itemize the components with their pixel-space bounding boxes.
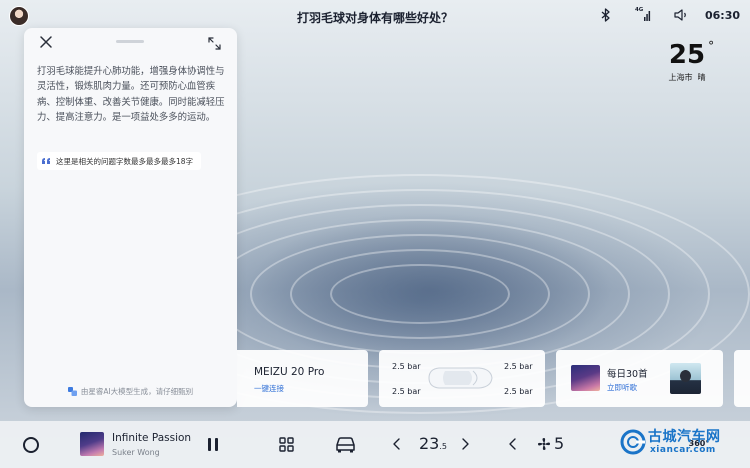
ai-logo-icon [67, 387, 77, 396]
apps-grid-icon [279, 437, 294, 452]
playlist-cover [571, 365, 600, 391]
answer-text: 打羽毛球能提升心肺功能，增强身体协调性与灵活性，锻炼肌肉力量。还可预防心血管疾病… [37, 66, 225, 123]
home-button[interactable] [23, 437, 39, 453]
weather-temperature: 25 ° [668, 40, 714, 70]
now-playing-cover[interactable] [80, 432, 104, 456]
phone-connect-card[interactable]: MEIZU 20 Pro 一键连接 [237, 350, 368, 407]
pause-button[interactable] [206, 437, 220, 452]
weather-city: 上海市 [668, 73, 693, 82]
artist-head [680, 370, 691, 382]
tire-front-right: 2.5 bar [504, 362, 533, 371]
tire-pressure-card[interactable]: 2.5 bar 2.5 bar 2.5 bar 2.5 bar [379, 350, 545, 407]
drag-handle[interactable] [116, 40, 144, 43]
ai-disclaimer: 由星睿AI大模型生成，请仔细甄别 [24, 386, 237, 397]
temperature-unit: ° [708, 39, 715, 53]
ai-disclaimer-text: 由星睿AI大模型生成，请仔细甄别 [80, 387, 194, 396]
cabin-temperature: 23.5 [419, 434, 447, 453]
playlist-title: 每日30首 [607, 369, 648, 380]
fan-decrease-icon[interactable] [508, 436, 518, 452]
watermark-logo-icon [620, 429, 646, 455]
temp-increase-icon[interactable] [460, 436, 470, 452]
now-playing-title: Infinite Passion [112, 432, 192, 444]
volume-icon[interactable] [673, 7, 689, 23]
artist-photo [670, 363, 701, 394]
watermark: 古城汽车网 xiancar.com [620, 425, 745, 465]
cabin-temperature-main: 23 [419, 434, 440, 453]
temperature-value: 25 [668, 40, 706, 70]
fan-icon [538, 438, 550, 450]
watermark-name: 古城汽车网 [648, 429, 721, 445]
car-icon [336, 437, 355, 453]
next-card-edge[interactable] [734, 350, 750, 407]
close-icon [40, 36, 52, 48]
tire-rear-right: 2.5 bar [504, 387, 533, 396]
status-icons: 4G 06:30 [599, 7, 740, 23]
clock: 06:30 [704, 8, 740, 22]
weather-condition: 晴 [697, 73, 706, 82]
phone-device-name: MEIZU 20 Pro [254, 366, 325, 378]
now-playing-artist: Suker Wong [112, 448, 160, 457]
vehicle-control-button[interactable] [335, 436, 356, 453]
cabin-temperature-decimal: .5 [439, 442, 447, 451]
daily-music-card[interactable]: 每日30首 立即听歌 [556, 350, 723, 407]
ai-answer-panel: 打羽毛球能提升心肺功能，增强身体协调性与灵活性，锻炼肌肉力量。还可预防心血管疾病… [24, 28, 237, 407]
tire-front-left: 2.5 bar [392, 362, 421, 371]
car-top-view-icon [428, 367, 493, 389]
related-question-chip[interactable]: 这里是相关的问题字数最多最多最多18字 [37, 152, 202, 170]
listen-now-link[interactable]: 立即听歌 [607, 382, 637, 393]
weather-widget[interactable]: 25 ° 上海市 晴 [657, 40, 717, 83]
watermark-url: xiancar.com [650, 445, 716, 455]
bluetooth-icon[interactable] [599, 7, 613, 23]
weather-location: 上海市 晴 [657, 72, 717, 83]
apps-button[interactable] [279, 437, 294, 452]
expand-button[interactable] [208, 35, 221, 50]
signal-icon: 4G [635, 7, 651, 23]
signal-label: 4G [634, 7, 644, 13]
pause-bar [215, 438, 218, 451]
temp-decrease-icon[interactable] [392, 436, 402, 452]
tire-rear-left: 2.5 bar [392, 387, 421, 396]
close-button[interactable] [38, 34, 54, 50]
phone-connect-link[interactable]: 一键连接 [254, 383, 284, 394]
related-question-text: 这里是相关的问题字数最多最多最多18字 [56, 156, 194, 166]
expand-icon [208, 37, 221, 50]
pause-bar [208, 438, 211, 451]
fan-speed-value: 5 [554, 434, 565, 453]
quote-icon [41, 157, 51, 165]
